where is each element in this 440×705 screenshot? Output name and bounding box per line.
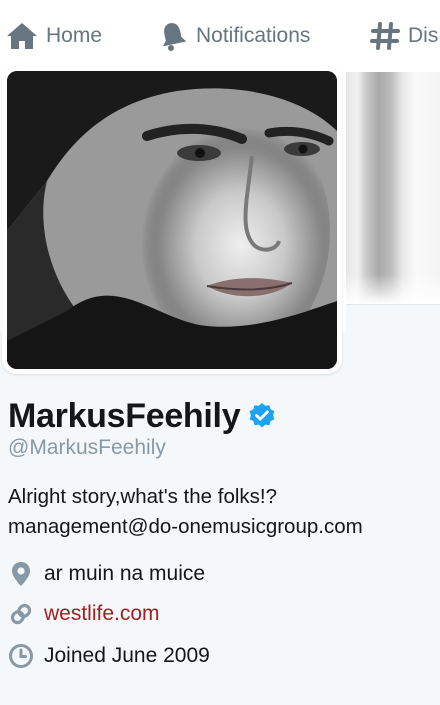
profile-bio: Alright story,what's the folks!? managem… [8,482,363,542]
nav-notifications-label: Notifications [196,24,311,47]
avatar-photo [7,71,337,369]
location-text: ar muin na muice [44,562,206,585]
map-pin-icon [12,562,30,586]
nav-home-label: Home [46,24,103,47]
bio-line: Alright story,what's the folks!? [8,485,278,508]
profile-name-row: MarkusFeehily [8,394,276,438]
nav-discover-label: Dis [408,24,439,47]
avatar[interactable] [2,66,342,374]
home-icon [7,23,37,49]
profile-name: MarkusFeehily [8,396,241,435]
avatar-portrait-illustration [7,71,337,369]
profile-joined: Joined June 2009 [8,641,210,671]
banner-bottom-strip [346,304,440,332]
nav-notifications[interactable]: Notifications [158,20,310,52]
joined-text: Joined June 2009 [44,644,210,667]
hashtag-icon [370,22,400,50]
website-link[interactable]: westlife.com [44,602,160,626]
nav-home[interactable]: Home [6,20,102,52]
link-icon [10,603,32,625]
clock-icon [9,644,33,668]
bio-email: management@do-onemusicgroup.com [8,515,363,538]
banner-image [346,72,440,304]
profile-handle: @MarkusFeehily [8,436,166,459]
top-navigation: Home Notifications Dis [0,0,440,72]
profile-website: westlife.com [8,599,160,629]
verified-badge-icon [249,403,275,428]
bell-icon [162,23,187,51]
nav-discover[interactable]: Dis [370,20,438,52]
profile-location: ar muin na muice [8,559,205,589]
